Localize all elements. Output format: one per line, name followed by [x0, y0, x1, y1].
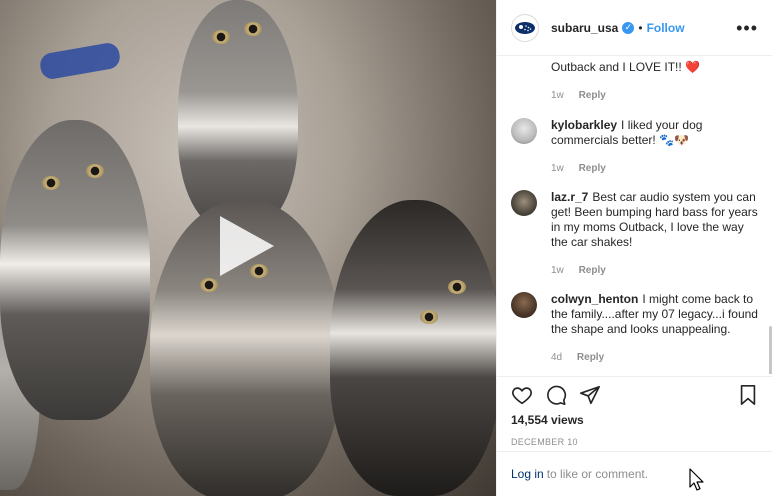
login-prompt: Log in to like or comment. — [497, 451, 772, 496]
separator-dot: • — [638, 20, 643, 35]
verified-badge-icon: ✓ — [622, 21, 635, 34]
kitten-eye — [212, 30, 230, 44]
avatar[interactable] — [511, 118, 537, 144]
kitten-left — [0, 120, 150, 420]
follow-button[interactable]: Follow — [647, 21, 685, 35]
view-count[interactable]: 14,554 views — [497, 413, 772, 427]
username[interactable]: subaru_usa — [551, 21, 618, 35]
avatar[interactable] — [511, 190, 537, 216]
login-text: to like or comment. — [546, 467, 649, 481]
kitten-eye — [86, 164, 104, 178]
post-sidebar: subaru_usa ✓ • Follow ••• Outback and I … — [496, 0, 772, 496]
comment-text: colwyn_henton I might come back to the fa… — [551, 292, 761, 337]
more-options-icon[interactable]: ••• — [736, 19, 758, 37]
heart-icon[interactable] — [511, 384, 533, 406]
list-item: kylobarkley I liked your dog commercials … — [511, 118, 761, 176]
reply-button[interactable]: Reply — [579, 265, 606, 276]
post-header: subaru_usa ✓ • Follow ••• — [497, 0, 772, 56]
paw-dog-emoji: 🐾🐶 — [659, 133, 689, 147]
heart-emoji: ❤️ — [685, 60, 701, 74]
comment-icon[interactable] — [545, 384, 567, 406]
avatar[interactable] — [511, 13, 539, 42]
kitten-eye — [420, 310, 438, 324]
avatar[interactable] — [511, 292, 537, 318]
comment-time: 1w — [551, 265, 564, 276]
share-icon[interactable] — [579, 384, 601, 406]
subaru-logo-icon — [515, 21, 535, 34]
login-link[interactable]: Log in — [511, 467, 544, 481]
comment-username[interactable]: kylobarkley — [551, 118, 617, 132]
comment-meta: 1w Reply — [551, 88, 761, 103]
comment-text: laz.r_7 Best car audio system you can get… — [551, 190, 761, 250]
comment-time: 1w — [551, 90, 564, 101]
action-icons — [497, 377, 772, 413]
comment-username[interactable]: colwyn_henton — [551, 292, 638, 306]
reply-button[interactable]: Reply — [579, 163, 606, 174]
comment-time: 4d — [551, 352, 563, 363]
reply-button[interactable]: Reply — [579, 90, 606, 101]
kitten-eye — [200, 278, 218, 292]
comment-text: kylobarkley I liked your dog commercials … — [551, 118, 761, 148]
mouse-cursor-icon — [689, 468, 704, 491]
play-icon[interactable] — [220, 216, 274, 276]
comment-meta: 4d Reply — [551, 350, 761, 365]
comment-time: 1w — [551, 163, 564, 174]
bookmark-icon[interactable] — [737, 384, 759, 406]
comment-body: Outback and I LOVE IT!! — [551, 60, 682, 74]
post-video[interactable] — [0, 0, 496, 496]
kitten-eye — [42, 176, 60, 190]
cat-toy — [38, 41, 122, 81]
list-item: Outback and I LOVE IT!! ❤️ 1w Reply — [511, 60, 761, 103]
comments-list: Outback and I LOVE IT!! ❤️ 1w Reply kylo… — [497, 56, 772, 374]
avatar — [511, 60, 537, 86]
kitten-eye — [448, 280, 466, 294]
comment-username[interactable]: laz.r_7 — [551, 190, 588, 204]
kitten-right — [330, 200, 496, 496]
kitten-top — [178, 0, 298, 230]
list-item: laz.r_7 Best car audio system you can get… — [511, 190, 761, 278]
reply-button[interactable]: Reply — [577, 352, 604, 363]
post-date[interactable]: DECEMBER 10 — [497, 437, 772, 447]
comment-text: Outback and I LOVE IT!! ❤️ — [551, 60, 761, 75]
list-item: colwyn_henton I might come back to the fa… — [511, 292, 761, 365]
kitten-eye — [244, 22, 262, 36]
comment-meta: 1w Reply — [551, 161, 761, 176]
comment-meta: 1w Reply — [551, 263, 761, 278]
